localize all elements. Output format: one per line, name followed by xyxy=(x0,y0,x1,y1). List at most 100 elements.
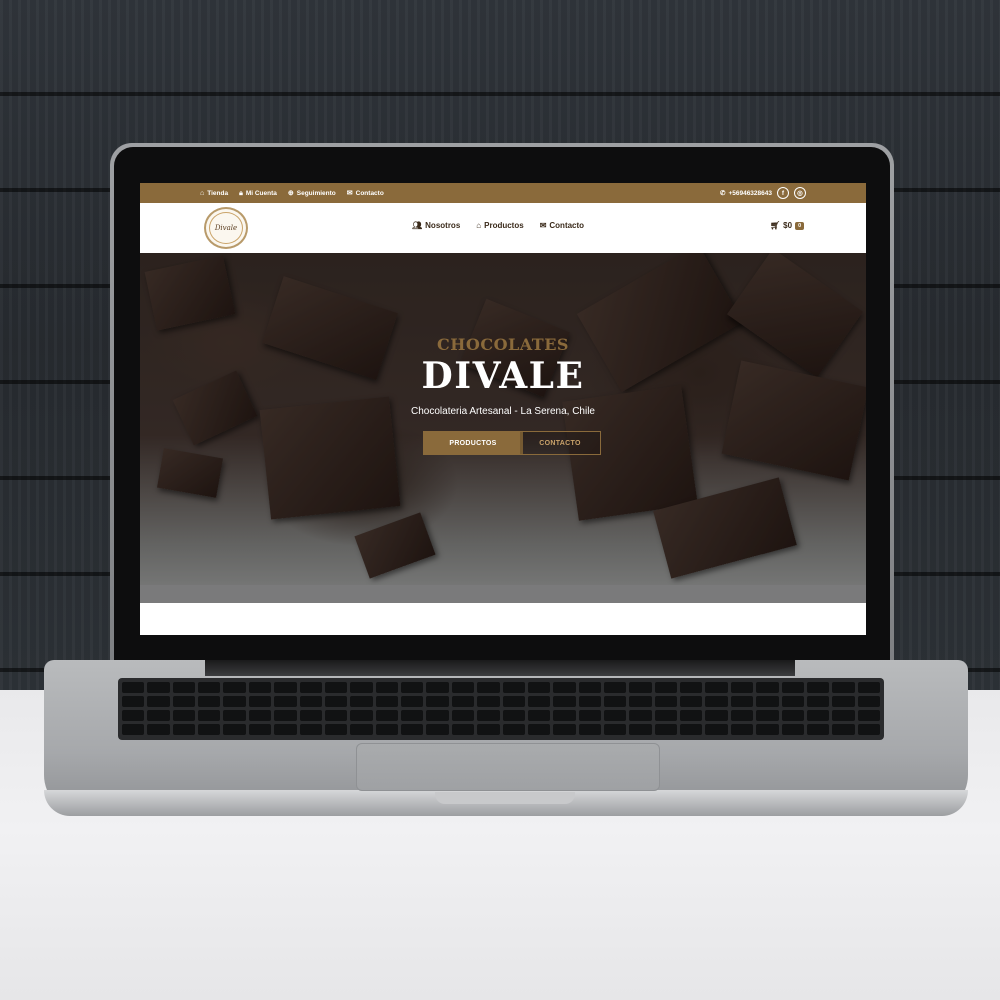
keyboard-key xyxy=(248,710,272,721)
facebook-icon[interactable]: f xyxy=(777,187,789,199)
keyboard-key xyxy=(299,724,322,735)
keyboard-key xyxy=(553,710,576,721)
top-link-tienda[interactable]: ⌂ Tienda xyxy=(200,190,228,197)
keyboard-key xyxy=(756,710,779,721)
keyboard-key xyxy=(122,682,145,693)
keyboard-key xyxy=(527,682,551,693)
keyboard-key xyxy=(198,710,221,721)
keyboard-key xyxy=(603,710,627,721)
top-links: ⌂ Tienda 🔒︎ Mi Cuenta ⊕ Seguimiento ✉ Co… xyxy=(200,190,384,197)
browser-screen: ⌂ Tienda 🔒︎ Mi Cuenta ⊕ Seguimiento ✉ Co… xyxy=(140,183,866,635)
keyboard-key xyxy=(603,724,627,735)
envelope-icon: ✉ xyxy=(346,189,353,197)
keyboard-key xyxy=(730,682,754,693)
top-link-label: Mi Cuenta xyxy=(245,189,277,197)
keyboard-key xyxy=(248,696,272,707)
phone-link[interactable]: ✆ +56946328643 xyxy=(720,189,772,198)
hero-content: CHOCOLATES DIVALE Chocolateria Artesanal… xyxy=(140,335,866,455)
keyboard-key xyxy=(781,682,804,693)
keyboard-key xyxy=(527,696,551,707)
top-link-mi-cuenta[interactable]: 🔒︎ Mi Cuenta xyxy=(239,190,277,197)
keyboard-key xyxy=(324,696,348,707)
keyboard-key xyxy=(629,696,652,707)
keyboard-key xyxy=(477,696,500,707)
keyboard-key xyxy=(553,724,576,735)
keyboard-key xyxy=(401,724,424,735)
keyboard-key xyxy=(730,710,754,721)
keyboard-key xyxy=(401,696,424,707)
nav-item-label: Nosotros xyxy=(425,221,461,230)
laptop-notch xyxy=(435,792,575,804)
laptop-hinge xyxy=(205,660,795,676)
keyboard-key xyxy=(857,682,880,693)
keyboard-key xyxy=(477,682,500,693)
keyboard-key xyxy=(832,696,855,707)
logo-wordmark: Divale xyxy=(209,212,243,244)
keyboard-key xyxy=(299,682,322,693)
site-logo[interactable]: Divale xyxy=(204,207,248,249)
keyboard-key xyxy=(248,682,272,693)
keyboard-key xyxy=(629,682,652,693)
keyboard-key xyxy=(451,682,475,693)
envelope-icon: ✉ xyxy=(539,221,547,230)
keyboard-key xyxy=(527,724,551,735)
keyboard-key xyxy=(806,710,830,721)
keyboard xyxy=(118,678,884,740)
keyboard-key xyxy=(198,696,221,707)
keyboard-key xyxy=(502,682,525,693)
keyboard-key xyxy=(730,696,754,707)
keyboard-key xyxy=(527,710,551,721)
keyboard-key xyxy=(350,724,373,735)
keyboard-key xyxy=(832,710,855,721)
keyboard-key xyxy=(147,724,170,735)
keyboard-key xyxy=(654,724,678,735)
keyboard-key xyxy=(198,724,221,735)
contacto-button[interactable]: CONTACTO xyxy=(519,431,601,455)
keyboard-key xyxy=(274,682,297,693)
keyboard-key xyxy=(122,724,145,735)
keyboard-key xyxy=(502,724,525,735)
keyboard-key xyxy=(299,696,322,707)
keyboard-key xyxy=(578,682,601,693)
keyboard-key xyxy=(248,724,272,735)
keyboard-key xyxy=(426,724,449,735)
page-content-area xyxy=(140,603,866,635)
keyboard-key xyxy=(730,724,754,735)
instagram-icon[interactable]: ◎ xyxy=(794,187,806,199)
top-link-contacto[interactable]: ✉ Contacto xyxy=(347,190,384,197)
keyboard-key xyxy=(426,710,449,721)
keyboard-key xyxy=(172,696,196,707)
keyboard-key xyxy=(299,710,322,721)
keyboard-key xyxy=(147,710,170,721)
keyboard-key xyxy=(324,682,348,693)
keyboard-key xyxy=(654,710,678,721)
keyboard-key xyxy=(756,724,779,735)
top-link-seguimiento[interactable]: ⊕ Seguimiento xyxy=(288,190,336,197)
store-icon: ⌂ xyxy=(200,189,205,197)
nav-item-productos[interactable]: ⌂ Productos xyxy=(476,221,523,230)
keyboard-key xyxy=(451,724,475,735)
globe-icon: ⊕ xyxy=(287,189,294,197)
keyboard-key xyxy=(832,724,855,735)
keyboard-key xyxy=(806,696,830,707)
keyboard-key xyxy=(223,696,246,707)
keyboard-key xyxy=(502,710,525,721)
top-contact: ✆ +56946328643 f ◎ xyxy=(720,187,806,199)
keyboard-key xyxy=(223,682,246,693)
nav-item-contacto[interactable]: ✉ Contacto xyxy=(540,221,584,230)
nav-item-nosotros[interactable]: 👥︎ Nosotros xyxy=(412,221,460,230)
keyboard-key xyxy=(806,724,830,735)
keyboard-key xyxy=(350,696,373,707)
top-link-label: Seguimiento xyxy=(296,189,336,197)
keyboard-key xyxy=(705,682,728,693)
productos-button[interactable]: PRODUCTOS xyxy=(423,431,523,455)
keyboard-key xyxy=(401,710,424,721)
keyboard-key xyxy=(426,696,449,707)
keyboard-key xyxy=(274,696,297,707)
cart-button[interactable]: 🛒︎ $0 0 xyxy=(770,221,805,230)
keyboard-key xyxy=(324,710,348,721)
keyboard-key xyxy=(122,696,145,707)
top-link-label: Contacto xyxy=(355,189,384,197)
cart-icon: 🛒︎ xyxy=(770,221,781,230)
keyboard-key xyxy=(832,682,855,693)
